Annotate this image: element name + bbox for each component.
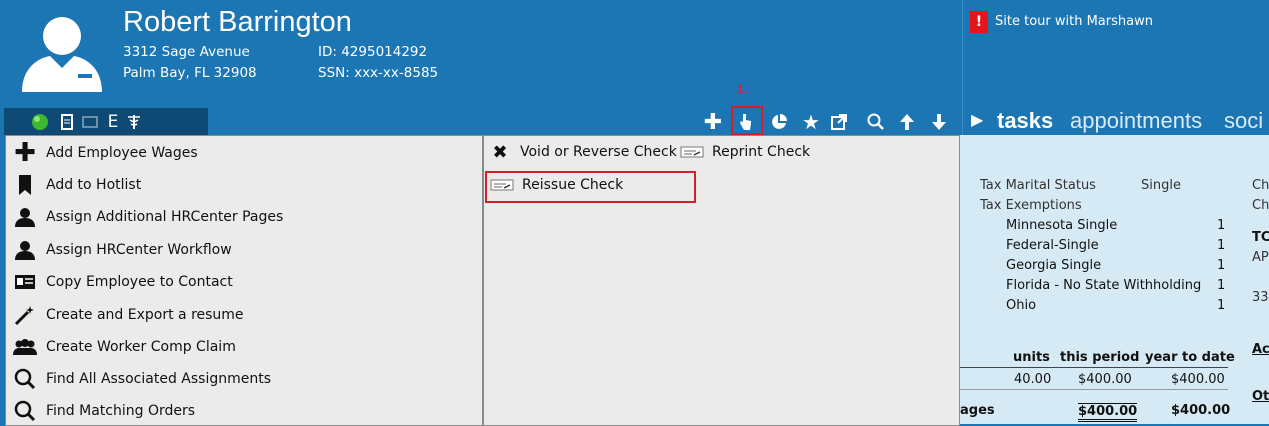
star-icon[interactable]: ★ xyxy=(801,110,821,134)
header-divider xyxy=(960,367,1228,368)
actions-menu-left: ✚ Add Employee Wages Add to Hotlist Assi… xyxy=(5,135,483,426)
arrow-up-icon[interactable] xyxy=(897,112,917,132)
person-icon xyxy=(12,205,38,229)
employee-name: Robert Barrington xyxy=(123,6,352,38)
person-avatar-icon xyxy=(22,17,102,92)
row-this-period-total: $400.00 xyxy=(1078,403,1138,422)
search-icon xyxy=(12,367,38,391)
status-icon-strip: E xyxy=(4,108,208,135)
menu-item-label: Find Matching Orders xyxy=(46,403,196,419)
id-card-icon[interactable] xyxy=(80,112,100,132)
menu-item-find-associated-assignments[interactable]: Find All Associated Assignments xyxy=(12,365,271,393)
menu-item-label: Copy Employee to Contact xyxy=(46,274,233,290)
site-tour-link[interactable]: Site tour with Marshawn xyxy=(995,14,1153,29)
tabs-bar: ▶ tasks appointments soci xyxy=(962,108,1269,135)
menu-item-add-to-hotlist[interactable]: Add to Hotlist xyxy=(12,171,141,199)
menu-item-find-matching-orders[interactable]: Find Matching Orders xyxy=(12,397,195,425)
column-header-units: units xyxy=(1013,350,1050,365)
row-ytd: $400.00 xyxy=(1171,372,1225,387)
search-icon[interactable] xyxy=(866,112,886,132)
row-divider xyxy=(960,389,1228,390)
green-status-icon[interactable] xyxy=(30,112,50,132)
external-link-icon[interactable] xyxy=(829,112,849,132)
document-icon[interactable] xyxy=(57,112,77,132)
exemption-value: 1 xyxy=(1217,278,1226,293)
right-column-text: Ch xyxy=(1252,178,1269,193)
menu-item-assign-hrcenter-workflow[interactable]: Assign HRCenter Workflow xyxy=(12,236,232,264)
address-line-1: 3312 Sage Avenue xyxy=(123,44,250,60)
employee-detail-panel: Tax Marital Status Single Tax Exemptions… xyxy=(960,135,1269,424)
menu-item-label: Find All Associated Assignments xyxy=(46,371,271,387)
tax-marital-label: Tax Marital Status xyxy=(980,178,1096,193)
menu-item-add-employee-wages[interactable]: ✚ Add Employee Wages xyxy=(12,138,198,168)
magic-wand-icon xyxy=(12,303,38,327)
right-column-text: 33 xyxy=(1252,290,1269,305)
action-toolbar: E 1. ✚ ★ xyxy=(0,83,962,135)
menu-item-label: Assign HRCenter Workflow xyxy=(46,242,232,258)
column-header-this-period: this period xyxy=(1060,350,1140,365)
menu-item-create-worker-comp-claim[interactable]: Create Worker Comp Claim xyxy=(12,333,236,361)
row-ytd-total: $400.00 xyxy=(1171,403,1231,418)
exemption-name: Minnesota Single xyxy=(1006,218,1118,233)
exemption-name: Georgia Single xyxy=(1006,258,1102,273)
medical-caduceus-icon[interactable] xyxy=(124,112,144,132)
exemption-value: 1 xyxy=(1217,258,1226,273)
menu-item-void-reverse-check[interactable]: ✖ Void or Reverse Check xyxy=(490,138,677,166)
row-units: 40.00 xyxy=(1014,372,1052,387)
pie-chart-icon[interactable] xyxy=(769,112,789,132)
menu-item-label: Void or Reverse Check xyxy=(520,144,677,160)
actions-menu-right: ✖ Void or Reverse Check Reprint Check Re… xyxy=(483,135,960,426)
employee-ssn: SSN: xxx-xx-8585 xyxy=(318,65,439,81)
column-header-ytd: year to date xyxy=(1145,350,1235,365)
arrow-down-icon[interactable] xyxy=(929,112,949,132)
tax-marital-value: Single xyxy=(1141,178,1181,193)
menu-item-label: Add Employee Wages xyxy=(46,145,198,161)
menu-item-copy-employee-to-contact[interactable]: Copy Employee to Contact xyxy=(12,268,233,296)
bookmark-icon xyxy=(12,173,38,197)
highlight-box-reissue xyxy=(485,171,696,203)
address-line-2: Palm Bay, FL 32908 xyxy=(123,65,257,81)
exemption-value: 1 xyxy=(1217,218,1226,233)
check-icon xyxy=(680,140,704,164)
exemption-name: Florida - No State Withholding xyxy=(1006,278,1202,293)
tab-appointments[interactable]: appointments xyxy=(1070,108,1202,134)
plus-icon: ✚ xyxy=(14,138,36,168)
close-x-icon: ✖ xyxy=(492,141,508,163)
tax-exemptions-label: Tax Exemptions xyxy=(980,198,1082,213)
group-icon xyxy=(12,335,38,359)
exemption-value: 1 xyxy=(1217,238,1226,253)
right-column-text: Ch xyxy=(1252,198,1269,213)
menu-item-label: Reprint Check xyxy=(712,144,811,160)
row-this-period: $400.00 xyxy=(1078,372,1132,387)
search-icon xyxy=(12,399,38,423)
menu-item-reprint-check[interactable]: Reprint Check xyxy=(680,138,810,166)
person-icon xyxy=(12,238,38,262)
alert-icon: ! xyxy=(970,11,988,33)
right-column-text: Ac xyxy=(1252,342,1269,357)
menu-item-label: Assign Additional HRCenter Pages xyxy=(46,209,284,225)
highlight-box-pointer xyxy=(731,106,763,135)
employee-header: Robert Barrington 3312 Sage Avenue Palm … xyxy=(0,0,962,108)
menu-item-create-export-resume[interactable]: Create and Export a resume xyxy=(12,301,244,329)
right-column-text: Ot xyxy=(1252,389,1269,404)
tab-social[interactable]: soci xyxy=(1224,108,1263,134)
exemption-value: 1 xyxy=(1217,298,1226,313)
contact-card-icon xyxy=(12,270,38,294)
menu-item-label: Create and Export a resume xyxy=(46,307,244,323)
exemption-name: Ohio xyxy=(1006,298,1037,313)
menu-item-label: Create Worker Comp Claim xyxy=(46,339,236,355)
plus-icon[interactable]: ✚ xyxy=(703,110,723,135)
e-verify-icon[interactable]: E xyxy=(103,112,123,132)
step-marker-label: 1. xyxy=(737,83,748,96)
right-column-text: TC xyxy=(1252,230,1269,245)
tab-tasks[interactable]: tasks xyxy=(997,108,1053,134)
exemption-name: Federal-Single xyxy=(1006,238,1099,253)
right-column-text: AP xyxy=(1252,250,1269,265)
employee-id: ID: 4295014292 xyxy=(318,44,428,60)
expand-arrow-icon[interactable]: ▶ xyxy=(971,108,983,134)
menu-item-label: Add to Hotlist xyxy=(46,177,142,193)
row-label: ages xyxy=(960,403,995,418)
menu-item-assign-hrcenter-pages[interactable]: Assign Additional HRCenter Pages xyxy=(12,203,283,231)
